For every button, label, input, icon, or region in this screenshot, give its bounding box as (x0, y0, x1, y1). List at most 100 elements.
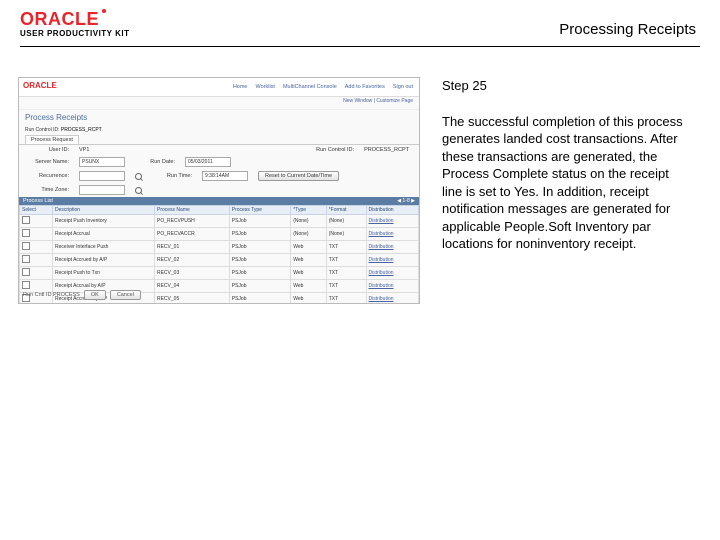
table-cell[interactable]: Distribution (366, 215, 419, 228)
row-checkbox[interactable] (22, 255, 30, 263)
oracle-dot-icon (102, 9, 106, 13)
content-row: ORACLE Home Worklist MultiChannel Consol… (0, 47, 720, 304)
ss-topnav: Home Worklist MultiChannel Console Add t… (19, 78, 419, 97)
oracle-wordmark: ORACLE (20, 10, 99, 28)
table-cell: PSJob (229, 215, 291, 228)
table-cell: Web (291, 280, 326, 293)
table-cell: Receipt Accrual (53, 228, 155, 241)
lookup-icon[interactable] (135, 187, 142, 194)
ss-tz-input[interactable] (79, 185, 125, 195)
table-cell: Receipt Push Inventory (53, 215, 155, 228)
ss-footer-text: Run Cntl ID PROCESS (23, 292, 80, 298)
table-cell: Web (291, 293, 326, 305)
ss-runctrl2-value: PROCESS_RCPT (364, 147, 409, 153)
row-checkbox[interactable] (22, 229, 30, 237)
ss-recur-label: Recurrence: (29, 173, 69, 179)
ss-recur-input[interactable] (79, 171, 125, 181)
ss-reset-button[interactable]: Reset to Current Date/Time (258, 171, 339, 181)
table-cell[interactable]: Distribution (366, 254, 419, 267)
table-cell: (None) (291, 215, 326, 228)
table-cell: PSJob (229, 254, 291, 267)
cancel-button[interactable]: Cancel (110, 290, 141, 300)
ss-nav-signout[interactable]: Sign out (393, 84, 413, 90)
col-ptype: Process Type (229, 206, 291, 215)
logo-block: ORACLE USER PRODUCTIVITY KIT (20, 10, 129, 38)
row-checkbox[interactable] (22, 268, 30, 276)
ss-run-id-label: Run Control ID: (25, 127, 59, 133)
table-cell: RECV_03 (154, 267, 229, 280)
ss-nav-fav[interactable]: Add to Favorites (345, 84, 385, 90)
table-cell: TXT (326, 254, 366, 267)
ss-server-label: Server Name: (29, 159, 69, 165)
ss-runtime-input[interactable]: 9:38:14AM (202, 171, 248, 181)
table-row: Receiver Interface PushRECV_01PSJobWebTX… (20, 241, 419, 254)
table-row: Receipt Push InventoryPO_RECVPUSHPSJob(N… (20, 215, 419, 228)
ss-user-label: User ID: (29, 147, 69, 153)
ss-user-value: VP1 (79, 147, 89, 153)
col-format: *Format (326, 206, 366, 215)
table-cell[interactable]: Distribution (366, 241, 419, 254)
ss-server-input[interactable]: PSUNX (79, 157, 125, 167)
row-checkbox[interactable] (22, 216, 30, 224)
step-body: The successful completion of this proces… (442, 113, 692, 253)
ss-page-title: Process Receipts (19, 110, 419, 125)
table-cell: TXT (326, 267, 366, 280)
instruction-column: Step 25 The successful completion of thi… (442, 77, 692, 304)
ss-tab-process-request[interactable]: Process Request (25, 135, 79, 144)
table-cell: (None) (291, 228, 326, 241)
table-cell[interactable]: Distribution (366, 267, 419, 280)
ss-rundate-label: Run Date: (135, 159, 175, 165)
page-header: ORACLE USER PRODUCTIVITY KIT Processing … (0, 0, 720, 44)
table-cell: Web (291, 241, 326, 254)
table-cell: PO_RECVPUSH (154, 215, 229, 228)
lookup-icon[interactable] (135, 173, 142, 180)
oracle-logo: ORACLE (20, 10, 129, 28)
table-cell: PSJob (229, 228, 291, 241)
table-cell[interactable]: Distribution (366, 293, 419, 305)
table-cell: Receipt Push to Txn (53, 267, 155, 280)
table-cell: PSJob (229, 267, 291, 280)
col-select: Select (20, 206, 53, 215)
table-cell: Receipt Accrued by A/P (53, 254, 155, 267)
ss-grid-header: Process List ◀ 1-8 ▶ (19, 197, 419, 205)
table-row: Receipt AccrualPO_RECVACCRPSJob(None)(No… (20, 228, 419, 241)
table-cell: TXT (326, 241, 366, 254)
doc-title: Processing Receipts (559, 21, 700, 38)
row-checkbox[interactable] (22, 242, 30, 250)
table-cell: Web (291, 267, 326, 280)
ss-oracle-logo: ORACLE (23, 81, 57, 90)
step-label: Step 25 (442, 77, 692, 95)
ss-run-id-value: PROCESS_RCPT (61, 127, 102, 133)
table-cell: PSJob (229, 293, 291, 305)
table-cell: (None) (326, 228, 366, 241)
table-cell: RECV_01 (154, 241, 229, 254)
ss-nav-home[interactable]: Home (233, 84, 248, 90)
row-checkbox[interactable] (22, 281, 30, 289)
app-screenshot: ORACLE Home Worklist MultiChannel Consol… (18, 77, 420, 304)
table-cell: Receiver Interface Push (53, 241, 155, 254)
ss-runtime-label: Run Time: (152, 173, 192, 179)
col-desc: Description (53, 206, 155, 215)
table-cell[interactable]: Distribution (366, 280, 419, 293)
table-cell: TXT (326, 293, 366, 305)
ss-footer: Run Cntl ID PROCESS OK Cancel (23, 290, 141, 300)
ss-subnav[interactable]: New Window | Customize Page (19, 97, 419, 110)
ss-nav-mcc[interactable]: MultiChannel Console (283, 84, 337, 90)
ss-nav-worklist[interactable]: Worklist (255, 84, 274, 90)
table-header-row: Select Description Process Name Process … (20, 206, 419, 215)
table-cell: PSJob (229, 280, 291, 293)
ok-button[interactable]: OK (84, 290, 106, 300)
col-pname: Process Name (154, 206, 229, 215)
table-cell: RECV_02 (154, 254, 229, 267)
table-cell[interactable]: Distribution (366, 228, 419, 241)
table-cell: PO_RECVACCR (154, 228, 229, 241)
table-cell: (None) (326, 215, 366, 228)
logo-subtitle: USER PRODUCTIVITY KIT (20, 30, 129, 38)
table-cell: RECV_04 (154, 280, 229, 293)
table-row: Receipt Push to TxnRECV_03PSJobWebTXTDis… (20, 267, 419, 280)
table-cell: Web (291, 254, 326, 267)
table-cell: PSJob (229, 241, 291, 254)
ss-runctrl2-label: Run Control ID: (314, 147, 354, 153)
ss-grid-tools[interactable]: ◀ 1-8 ▶ (397, 198, 415, 204)
ss-rundate-input[interactable]: 05/03/2011 (185, 157, 231, 167)
